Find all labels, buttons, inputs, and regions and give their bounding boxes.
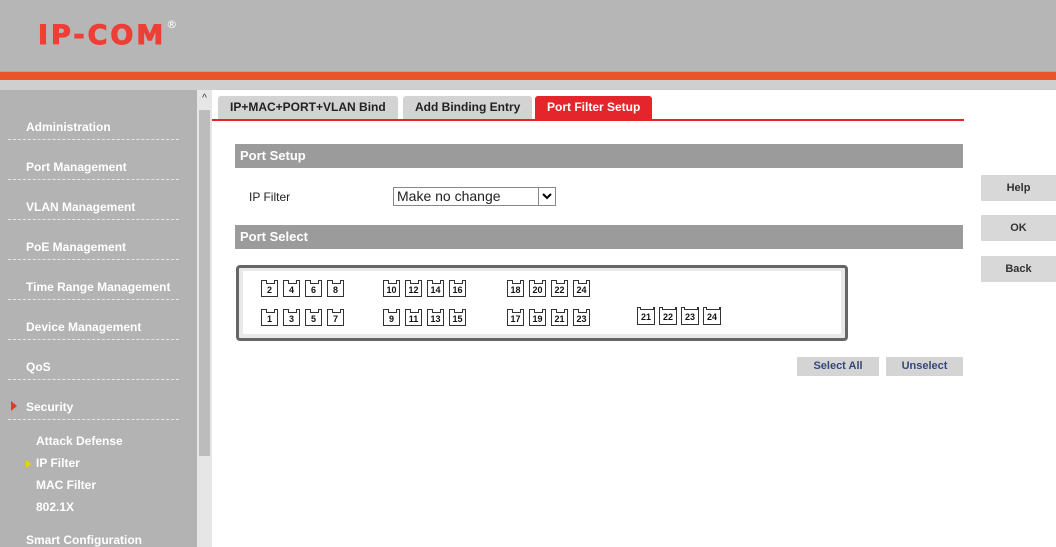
scrollbar-thumb[interactable] [199,110,210,456]
scroll-up-icon[interactable]: ^ [197,90,212,107]
tab-underline [212,119,964,121]
port-12[interactable]: 12 [405,280,422,297]
port-1[interactable]: 1 [261,309,278,326]
sidebar-item-security[interactable]: Security [0,380,197,420]
unselect-button[interactable]: Unselect [886,357,963,376]
sidebar-item-label: QoS [26,360,51,374]
logo: IP-COM® [37,18,178,52]
sfp-port-23[interactable]: 23 [681,307,699,325]
sidebar-subitem-mac-filter[interactable]: MAC Filter [36,478,96,492]
port-6[interactable]: 6 [305,280,322,297]
port-2[interactable]: 2 [261,280,278,297]
port-panel-inner: 2 4 6 8 10 12 14 16 18 20 22 24 1 3 5 7 … [243,271,841,334]
port-7[interactable]: 7 [327,309,344,326]
port-23[interactable]: 23 [573,309,590,326]
port-14[interactable]: 14 [427,280,444,297]
port-21[interactable]: 21 [551,309,568,326]
sidebar-item-poe-management[interactable]: PoE Management [0,220,197,260]
sidebar-item-time-range-management[interactable]: Time Range Management [0,260,197,300]
sfp-port-21[interactable]: 21 [637,307,655,325]
sidebar-item-smart-configuration[interactable]: Smart Configuration [26,533,142,547]
ok-button[interactable]: OK [981,215,1056,241]
sidebar-item-label: Device Management [26,320,142,334]
sidebar-item-label: Time Range Management [26,280,171,294]
sidebar-subitem-ip-filter[interactable]: IP Filter [36,456,80,470]
port-24[interactable]: 24 [573,280,590,297]
port-19[interactable]: 19 [529,309,546,326]
sidebar-subitem-802-1x[interactable]: 802.1X [36,500,74,514]
sidebar-scrollbar[interactable]: ^ [197,90,212,547]
selected-arrow-icon [26,460,31,468]
sidebar-item-label: PoE Management [26,240,127,254]
back-button[interactable]: Back [981,256,1056,282]
sfp-port-24[interactable]: 24 [703,307,721,325]
tab-port-filter-setup[interactable]: Port Filter Setup [535,96,653,119]
port-4[interactable]: 4 [283,280,300,297]
header: IP-COM® [0,0,1056,72]
port-17[interactable]: 17 [507,309,524,326]
sidebar-item-device-management[interactable]: Device Management [0,300,197,340]
tab-ip-mac-port-vlan-bind[interactable]: IP+MAC+PORT+VLAN Bind [218,96,398,119]
expanded-arrow-icon [11,401,17,411]
select-all-button[interactable]: Select All [797,357,879,376]
port-18[interactable]: 18 [507,280,524,297]
sidebar-item-qos[interactable]: QoS [0,340,197,380]
sidebar-item-label: Port Management [26,160,127,174]
sidebar-item-port-management[interactable]: Port Management [0,140,197,180]
help-button[interactable]: Help [981,175,1056,201]
header-sub-bar [0,80,1056,90]
chevron-down-icon[interactable] [538,188,555,205]
port-10[interactable]: 10 [383,280,400,297]
sidebar-item-label: Security [26,400,74,414]
port-20[interactable]: 20 [529,280,546,297]
sidebar-item-label: Administration [26,120,111,134]
port-13[interactable]: 13 [427,309,444,326]
port-16[interactable]: 16 [449,280,466,297]
port-3[interactable]: 3 [283,309,300,326]
tab-add-binding-entry[interactable]: Add Binding Entry [403,96,533,119]
port-8[interactable]: 8 [327,280,344,297]
sidebar-subitem-attack-defense[interactable]: Attack Defense [36,434,123,448]
ip-filter-select[interactable]: Make no change [393,187,556,206]
sfp-port-22[interactable]: 22 [659,307,677,325]
sidebar-item-label: VLAN Management [26,200,136,214]
section-port-select-title: Port Select [235,225,963,249]
sidebar: Administration Port Management VLAN Mana… [0,90,197,547]
section-port-setup-title: Port Setup [235,144,963,168]
port-9[interactable]: 9 [383,309,400,326]
port-15[interactable]: 15 [449,309,466,326]
port-22[interactable]: 22 [551,280,568,297]
sidebar-item-administration[interactable]: Administration [0,100,197,140]
port-select-panel: 2 4 6 8 10 12 14 16 18 20 22 24 1 3 5 7 … [236,265,848,341]
ip-filter-value: Make no change [397,188,501,204]
sidebar-item-vlan-management[interactable]: VLAN Management [0,180,197,220]
port-11[interactable]: 11 [405,309,422,326]
port-5[interactable]: 5 [305,309,322,326]
ip-filter-label: IP Filter [249,190,291,204]
header-accent-bar [0,72,1056,80]
